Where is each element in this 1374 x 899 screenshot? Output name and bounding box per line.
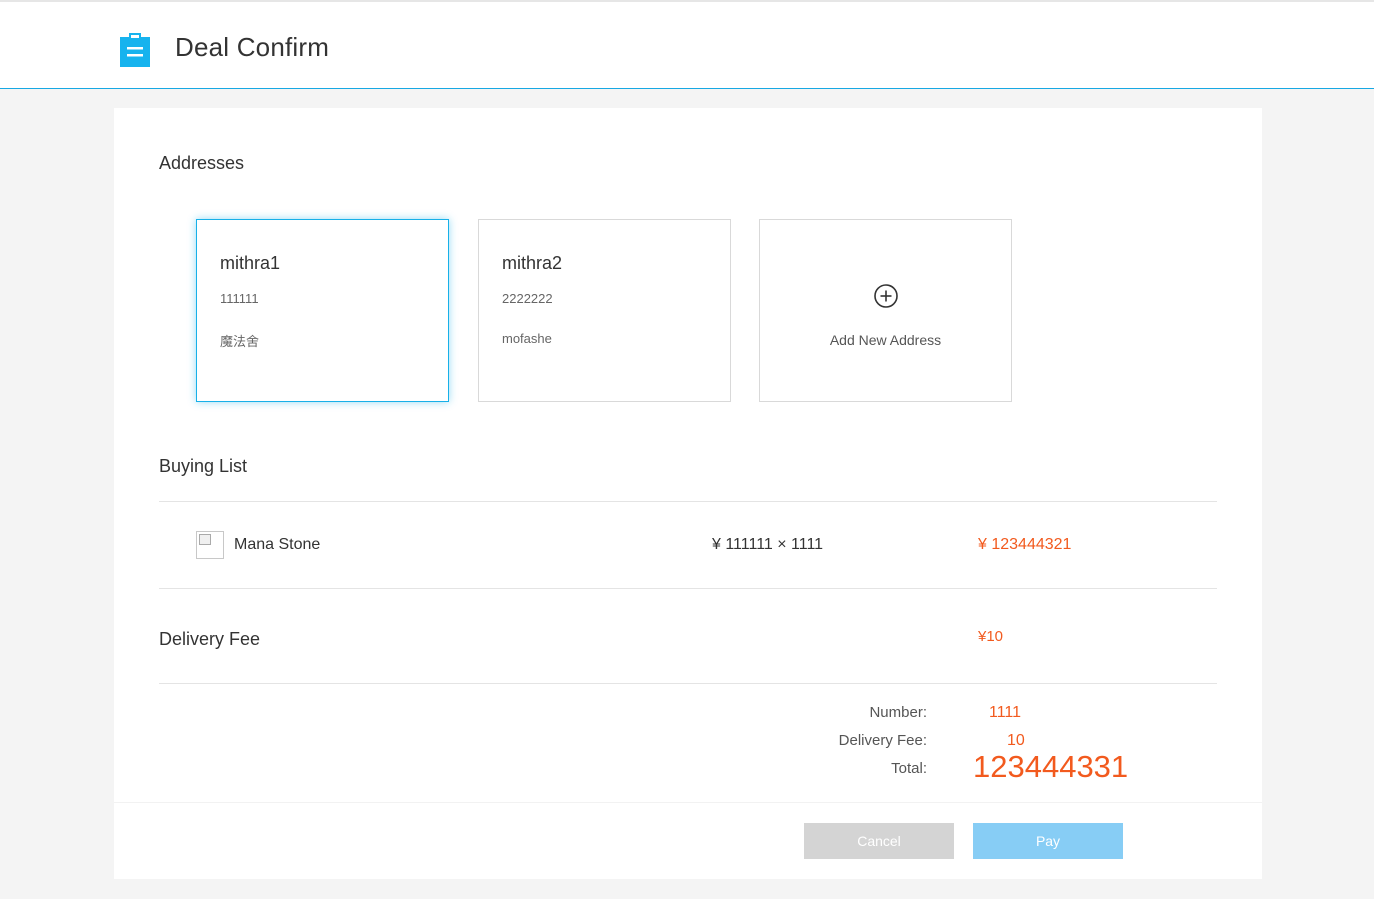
summary-delivery-fee-label: Delivery Fee: bbox=[838, 732, 927, 749]
product-image bbox=[196, 531, 224, 559]
summary-number-label: Number: bbox=[869, 704, 927, 721]
add-new-address-label: Add New Address bbox=[829, 332, 942, 348]
address-name: mithra1 bbox=[220, 253, 281, 273]
product-unit-price: ¥ 111111 × 1111 bbox=[712, 536, 824, 553]
address-name: mithra2 bbox=[502, 253, 563, 273]
delivery-fee-value: ¥10 bbox=[978, 628, 1004, 645]
divider bbox=[159, 588, 1217, 589]
address-card-mithra1[interactable]: mithra1 111111 魔法舍 bbox=[196, 219, 449, 402]
summary-number-value: 1111 bbox=[989, 704, 1022, 721]
address-detail: mofashe bbox=[502, 331, 552, 346]
summary-total-value: 123444331 bbox=[973, 749, 1129, 784]
clipboard-icon bbox=[120, 33, 150, 67]
divider bbox=[159, 501, 1217, 502]
product-subtotal: ¥ 123444321 bbox=[978, 536, 1072, 553]
summary-total-label: Total: bbox=[891, 760, 927, 777]
add-new-address-button[interactable]: Add New Address bbox=[759, 219, 1012, 402]
plus-circle-icon bbox=[874, 284, 898, 308]
pay-button[interactable]: Pay bbox=[973, 823, 1123, 859]
header-bar: Deal Confirm bbox=[0, 0, 1374, 89]
buying-list-section-title: Buying List bbox=[159, 456, 248, 476]
address-card-mithra2[interactable]: mithra2 2222222 mofashe bbox=[478, 219, 731, 402]
cancel-button[interactable]: Cancel bbox=[804, 823, 954, 859]
address-phone: 2222222 bbox=[502, 291, 553, 306]
address-phone: 111111 bbox=[220, 291, 259, 306]
divider bbox=[159, 683, 1217, 684]
summary-delivery-fee-value: 10 bbox=[1007, 732, 1025, 749]
addresses-section-title: Addresses bbox=[159, 153, 245, 173]
product-name: Mana Stone bbox=[234, 536, 321, 553]
address-detail: 魔法舍 bbox=[220, 334, 260, 349]
delivery-fee-label: Delivery Fee bbox=[159, 629, 261, 649]
page-title: Deal Confirm bbox=[175, 32, 330, 62]
deal-confirm-panel: Addresses mithra1 111111 魔法舍 mithra2 222… bbox=[114, 108, 1262, 879]
divider bbox=[114, 802, 1262, 803]
